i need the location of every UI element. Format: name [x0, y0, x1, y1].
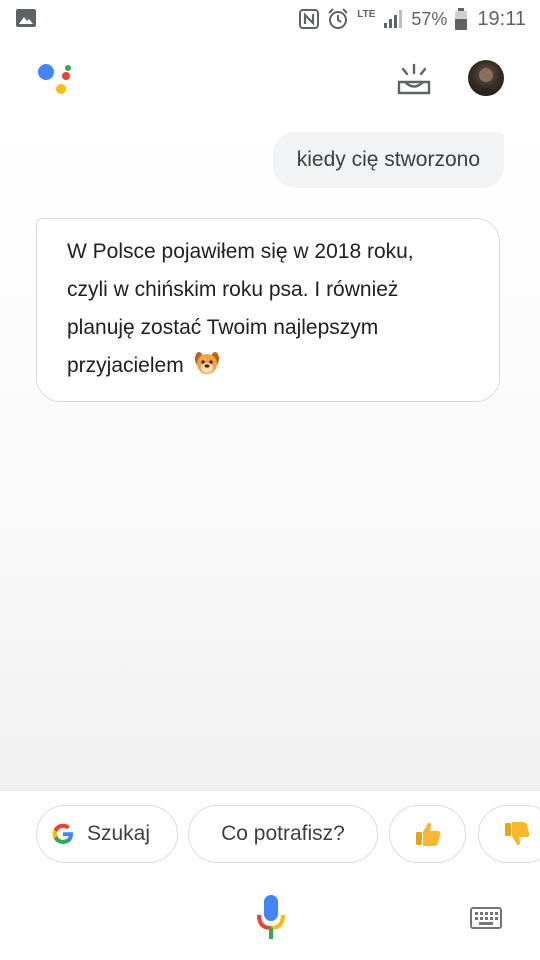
assistant-message-line: planuję zostać Twoim najlepszym — [67, 316, 379, 339]
search-chip[interactable]: Szukaj — [36, 805, 178, 863]
clock-time: 19:11 — [477, 7, 526, 30]
thumbs-up-chip[interactable] — [389, 805, 466, 863]
thumbs-up-icon — [415, 822, 440, 846]
keyboard-icon[interactable] — [470, 907, 502, 929]
snapshot-icon[interactable] — [396, 62, 432, 96]
assistant-message-bubble: W Polsce pojawiłem się w 2018 roku, czyl… — [36, 218, 500, 402]
nfc-icon — [299, 9, 320, 29]
conversation-area: kiedy cię stworzono W Polsce pojawiłem s… — [0, 118, 540, 790]
gallery-icon — [16, 9, 36, 27]
assistant-logo-icon — [38, 64, 71, 94]
microphone-icon[interactable] — [256, 895, 286, 941]
alarm-icon — [328, 8, 348, 29]
assistant-message-line: W Polsce pojawiłem się w 2018 roku, — [67, 240, 414, 263]
suggestion-chips: Szukaj Co potrafisz? — [0, 790, 540, 881]
dog-face-icon — [194, 352, 219, 374]
avatar-portrait-icon — [474, 68, 498, 96]
battery-percent: 57% — [411, 8, 448, 29]
search-chip-label: Szukaj — [87, 822, 151, 845]
user-message-bubble: kiedy cię stworzono — [272, 132, 504, 188]
thumbs-down-chip[interactable] — [478, 805, 540, 863]
assistant-message-line: czyli w chińskim roku psa. I również — [67, 278, 399, 301]
capabilities-chip-label: Co potrafisz? — [221, 822, 345, 845]
bottom-bar — [0, 880, 540, 960]
assistant-message-line: przyjacielem — [67, 354, 184, 377]
network-type-label: LTE — [357, 8, 376, 20]
signal-icon — [384, 10, 403, 28]
capabilities-chip[interactable]: Co potrafisz? — [188, 805, 378, 863]
avatar[interactable] — [468, 60, 504, 96]
user-message-text: kiedy cię stworzono — [296, 148, 480, 171]
battery-icon — [455, 8, 468, 30]
thumbs-down-icon — [504, 822, 529, 846]
status-bar: LTE 57% 19:11 — [0, 0, 540, 38]
google-g-icon — [52, 823, 73, 844]
